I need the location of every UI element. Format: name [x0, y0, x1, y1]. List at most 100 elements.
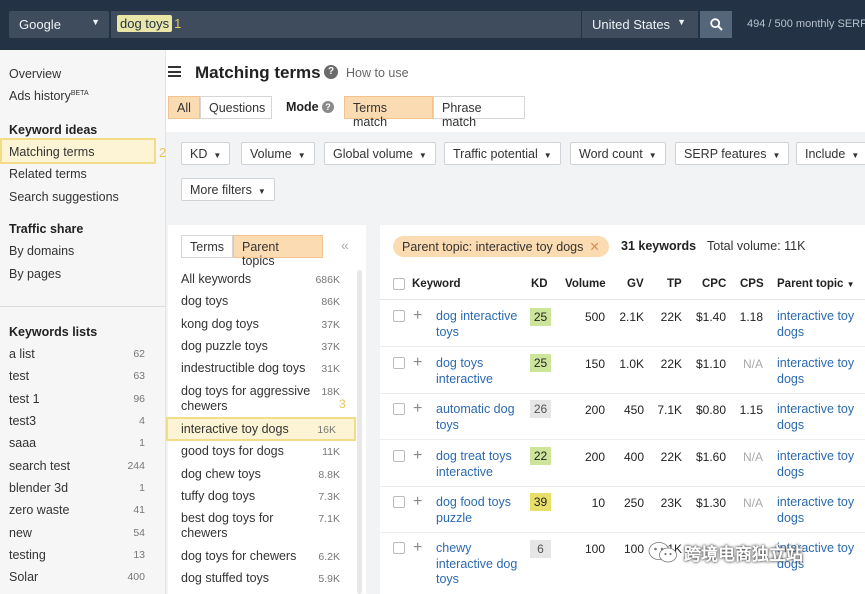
country-select[interactable]: United States ▼	[582, 11, 698, 38]
column-volume[interactable]: Volume	[565, 278, 606, 290]
topic-row[interactable]: kong dog toys 37K	[168, 316, 358, 334]
phrase-match-toggle[interactable]: Phrase match	[433, 96, 525, 129]
column-cpc[interactable]: CPC	[702, 278, 726, 290]
sidebar-item-overview[interactable]: Overview	[9, 67, 61, 81]
more-filters-button[interactable]: More filters ▼	[181, 178, 275, 201]
search-engine-select[interactable]: Google ▼	[9, 11, 109, 38]
sidebar-item-ads-history[interactable]: Ads historyBETA	[9, 89, 89, 103]
topic-row[interactable]: best dog toys for chewers 7.1K	[168, 510, 358, 542]
topic-row[interactable]: dog toys 86K	[168, 293, 358, 311]
terms-match-toggle[interactable]: Terms match	[344, 96, 433, 129]
help-icon[interactable]: ?	[322, 101, 334, 113]
tab-parent-topics[interactable]: Parent topics	[233, 235, 323, 268]
topic-label: dog toys	[181, 294, 229, 308]
keyword-list-item[interactable]: blender 3d	[9, 481, 68, 495]
keyword-link[interactable]: dog interactive toys	[436, 309, 524, 340]
select-all-checkbox[interactable]	[393, 278, 405, 290]
parent-topic-link[interactable]: interactive toy dogs	[777, 356, 865, 387]
parent-topic-link[interactable]: interactive toy dogs	[777, 449, 865, 480]
keyword-list-item[interactable]: search test	[9, 459, 70, 473]
row-checkbox[interactable]	[393, 450, 405, 462]
section-heading-traffic-share: Traffic share	[9, 222, 84, 236]
topic-row[interactable]: dog puzzle toys 37K	[168, 338, 358, 356]
row-checkbox[interactable]	[393, 403, 405, 415]
row-checkbox[interactable]	[393, 310, 405, 322]
column-gv[interactable]: GV	[627, 278, 644, 290]
word-count-filter[interactable]: Word count ▼	[570, 142, 666, 165]
row-checkbox[interactable]	[393, 496, 405, 508]
keyword-link[interactable]: automatic dog toys	[436, 402, 524, 433]
beta-badge: BETA	[70, 89, 89, 97]
row-checkbox[interactable]	[393, 357, 405, 369]
keyword-list-item[interactable]: test 1	[9, 392, 40, 406]
parent-topic-link[interactable]: interactive toy dogs	[777, 402, 865, 433]
collapse-panel-icon[interactable]: «	[341, 237, 349, 253]
topic-row[interactable]: tuffy dog toys 7.3K	[168, 488, 358, 506]
serp-features-filter[interactable]: SERP features ▼	[675, 142, 790, 165]
traffic-potential-filter[interactable]: Traffic potential ▼	[444, 142, 561, 165]
column-tp[interactable]: TP	[667, 278, 682, 290]
scrollbar[interactable]	[357, 270, 362, 594]
keyword-list-item[interactable]: zero waste	[9, 503, 69, 517]
topic-row[interactable]: dog stuffed toys 5.9K	[168, 570, 358, 588]
list-count: 13	[133, 549, 145, 561]
column-parent-topic[interactable]: Parent topic ▼	[777, 278, 855, 290]
topic-row[interactable]: All keywords 686K	[168, 271, 358, 289]
keyword-link[interactable]: dog treat toys interactive	[436, 449, 524, 480]
sidebar-item-matching-terms[interactable]: Matching terms	[9, 145, 94, 159]
column-keyword[interactable]: Keyword	[412, 278, 461, 290]
topic-row[interactable]: dog toys for aggressive chewers 18K	[168, 383, 358, 415]
volume-filter[interactable]: Volume ▼	[241, 142, 315, 165]
topic-row[interactable]: dog toys for chewers 6.2K	[168, 548, 358, 566]
volume-value: 200	[584, 403, 605, 417]
filter-label: Traffic potential	[453, 147, 538, 161]
keyword-search-input[interactable]: dog toys 1	[111, 11, 581, 38]
add-to-list-icon[interactable]: +	[413, 494, 422, 510]
keyword-link[interactable]: dog food toys puzzle	[436, 495, 524, 526]
column-cps[interactable]: CPS	[740, 278, 764, 290]
topic-row[interactable]: good toys for dogs 11K	[168, 443, 358, 461]
parent-topic-chip[interactable]: Parent topic: interactive toy dogs ✕	[393, 236, 609, 257]
search-button[interactable]	[700, 11, 732, 38]
keyword-link[interactable]: chewy interactive dog toys	[436, 541, 524, 588]
parent-topic-link[interactable]: interactive toy dogs	[777, 495, 865, 526]
keyword-list-item[interactable]: testing	[9, 548, 46, 562]
sidebar-item-by-domains[interactable]: By domains	[9, 244, 74, 258]
kd-filter[interactable]: KD ▼	[181, 142, 231, 165]
scope-all-toggle[interactable]: All	[168, 96, 200, 119]
add-to-list-icon[interactable]: +	[413, 540, 422, 556]
add-to-list-icon[interactable]: +	[413, 448, 422, 464]
menu-icon[interactable]	[168, 66, 181, 77]
column-kd[interactable]: KD	[531, 278, 548, 290]
keyword-list-item[interactable]: a list	[9, 347, 35, 361]
topic-row[interactable]: dog chew toys 8.8K	[168, 466, 358, 484]
tab-terms[interactable]: Terms	[181, 235, 233, 258]
cps-value: 1.18	[739, 310, 763, 324]
keyword-link[interactable]: dog toys interactive	[436, 356, 524, 387]
close-icon[interactable]: ✕	[589, 240, 599, 254]
add-to-list-icon[interactable]: +	[413, 308, 422, 324]
kd-badge: 25	[530, 354, 551, 372]
row-checkbox[interactable]	[393, 542, 405, 554]
how-to-use-link[interactable]: How to use	[346, 66, 409, 80]
add-to-list-icon[interactable]: +	[413, 355, 422, 371]
topic-row[interactable]: indestructible dog toys 31K	[168, 360, 358, 378]
keyword-list-item[interactable]: Solar	[9, 570, 38, 584]
keyword-list-item[interactable]: saaa	[9, 436, 36, 450]
parent-topic-link[interactable]: interactive toy dogs	[777, 309, 865, 340]
keyword-list-item[interactable]: test3	[9, 414, 36, 428]
topic-row-selected[interactable]: interactive toy dogs 16K	[166, 417, 356, 441]
global-volume-filter[interactable]: Global volume ▼	[324, 142, 436, 165]
keyword-list-item[interactable]: new	[9, 526, 32, 540]
list-count: 41	[133, 504, 145, 516]
sidebar-item-search-suggestions[interactable]: Search suggestions	[9, 190, 119, 204]
topic-label: All keywords	[181, 272, 252, 286]
sidebar-item-related-terms[interactable]: Related terms	[9, 167, 87, 181]
keyword-list-item[interactable]: test	[9, 369, 29, 383]
list-count: 54	[133, 527, 145, 539]
sidebar-item-by-pages[interactable]: By pages	[9, 267, 61, 281]
include-filter[interactable]: Include ▼	[796, 142, 865, 165]
scope-questions-toggle[interactable]: Questions	[200, 96, 272, 119]
help-icon[interactable]: ?	[324, 65, 338, 79]
add-to-list-icon[interactable]: +	[413, 401, 422, 417]
